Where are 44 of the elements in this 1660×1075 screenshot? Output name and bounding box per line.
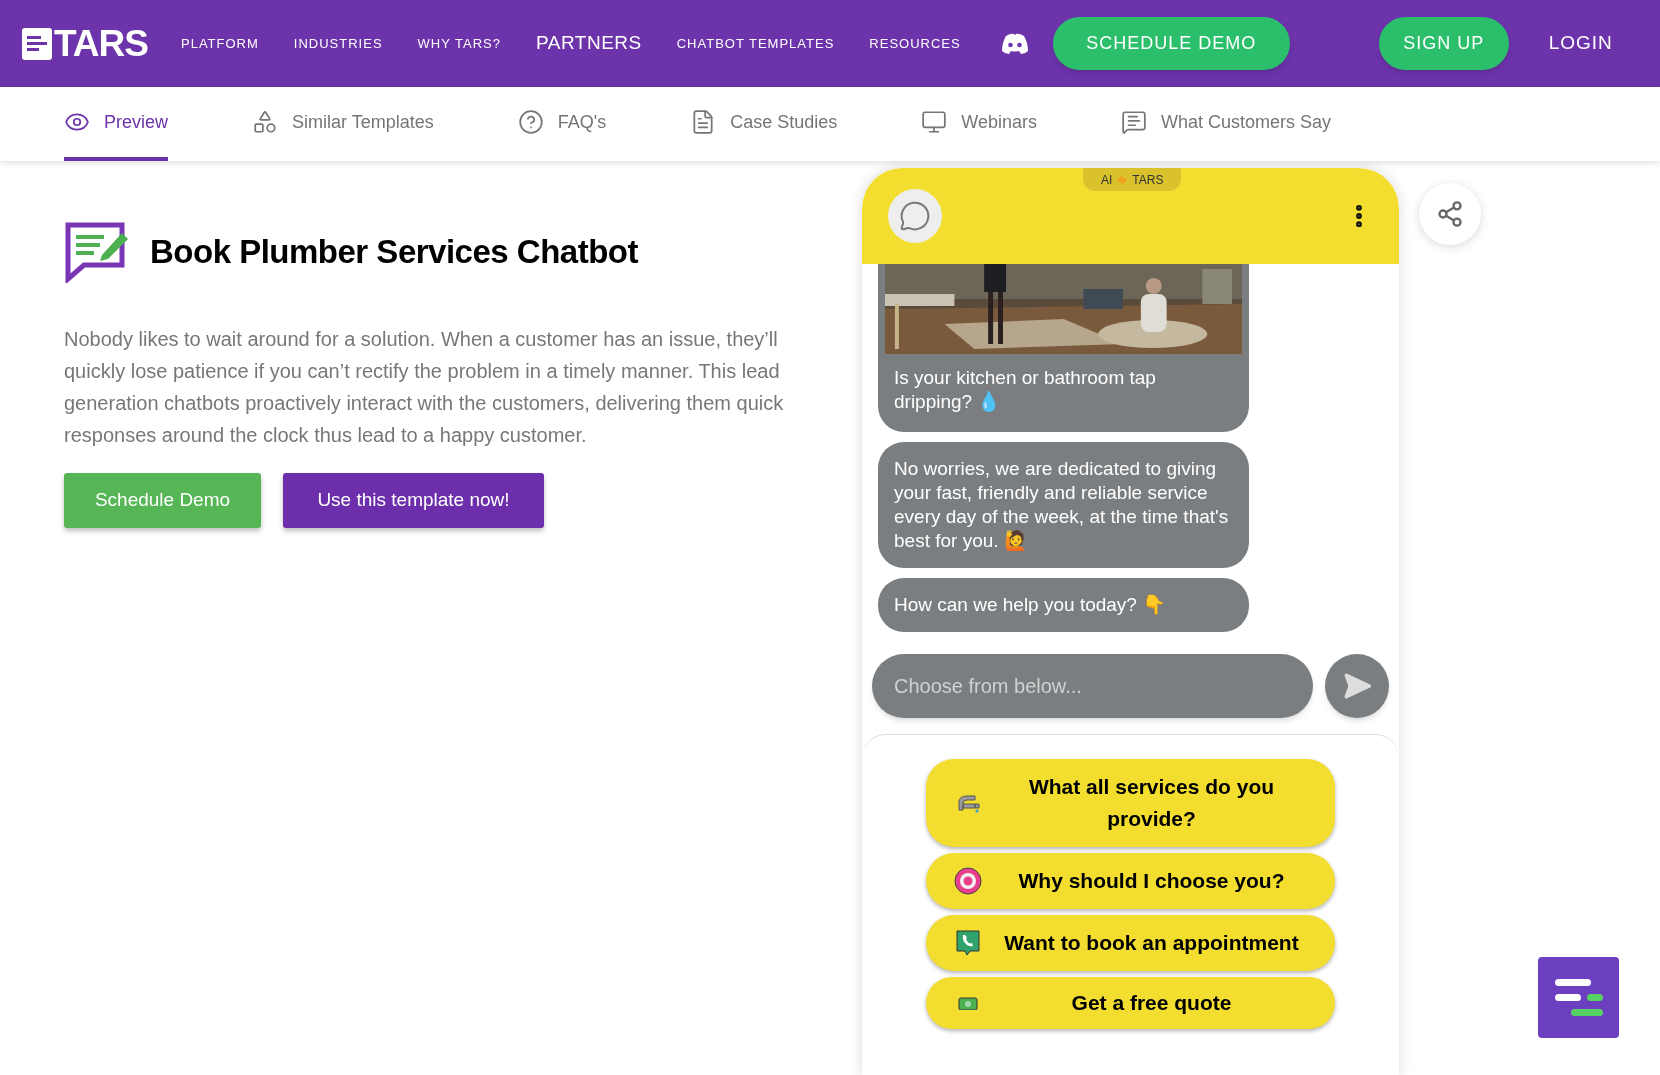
quick-reply-button[interactable]: Why should I choose you? [926,853,1335,909]
tab[interactable]: Similar Templates [252,87,434,161]
share-button[interactable] [1419,183,1481,245]
phone-icon [955,929,981,957]
tab[interactable]: Case Studies [690,87,838,161]
quick-reply-button[interactable]: Get a free quote [926,977,1335,1029]
chat-message: No worries, we are dedicated to giving your fast, friendly and reliable service every day of the week, at the time that's best for you. 🙋 [878,442,1249,568]
logo-icon [22,27,52,60]
badge-text: TARS [1132,171,1164,189]
badge-text: AI [1101,171,1113,189]
quick-reply-button[interactable]: Want to book an appointment [926,915,1335,971]
share-icon [1436,200,1464,228]
chat-message: Is your kitchen or bathroom tap dripping? 💧 [878,264,1249,432]
tab[interactable]: Preview [64,87,169,161]
chat-message: How can we help you today? 👇 [878,578,1249,632]
send-button[interactable] [1325,654,1389,718]
monitor-icon [921,109,948,135]
template-title: Book Plumber Services Chatbot [150,232,638,273]
tab[interactable]: Webinars [921,87,1037,161]
quick-reply-button[interactable]: What all services do you provide? [926,759,1335,847]
tab[interactable]: FAQ's [517,87,607,161]
nav-link[interactable]: PARTNERS [536,29,642,58]
chat-icon [1120,109,1147,135]
send-icon [1342,671,1372,701]
nav-link[interactable]: WHY TARS? [417,33,501,54]
target-icon [954,867,982,895]
question-icon [517,109,544,135]
shapes-icon [252,109,279,135]
message-input[interactable]: Choose from below... [872,654,1313,718]
nav-link[interactable]: RESOURCES [869,33,961,54]
use-template-button[interactable]: Use this template now! [283,473,544,528]
money-icon [955,996,981,1010]
logo-wordmark: TARS [54,25,148,62]
template-description: Nobody likes to wait around for a solution. When a customer has an issue, they’ll quickly lose patience if you can’t rectify the problem in a timely manner. This lead generation chatbots proactively interact with the customers, delivering them quick responses around the clock thus lead to a happy customer. [64,327,785,448]
chat-icon [899,200,931,232]
discord-icon[interactable] [1000,32,1029,55]
nav-link[interactable]: CHATBOT TEMPLATES [676,33,835,54]
tab[interactable]: What Customers Say [1120,87,1332,161]
lightning-icon [1116,173,1129,186]
nav-link[interactable]: INDUSTRIES [293,33,383,54]
chat-launcher-button[interactable] [1538,957,1619,1038]
chat-edit-icon [64,221,130,283]
nav-link[interactable]: PLATFORM [181,33,259,54]
login-button[interactable]: LOGIN [1548,29,1613,58]
